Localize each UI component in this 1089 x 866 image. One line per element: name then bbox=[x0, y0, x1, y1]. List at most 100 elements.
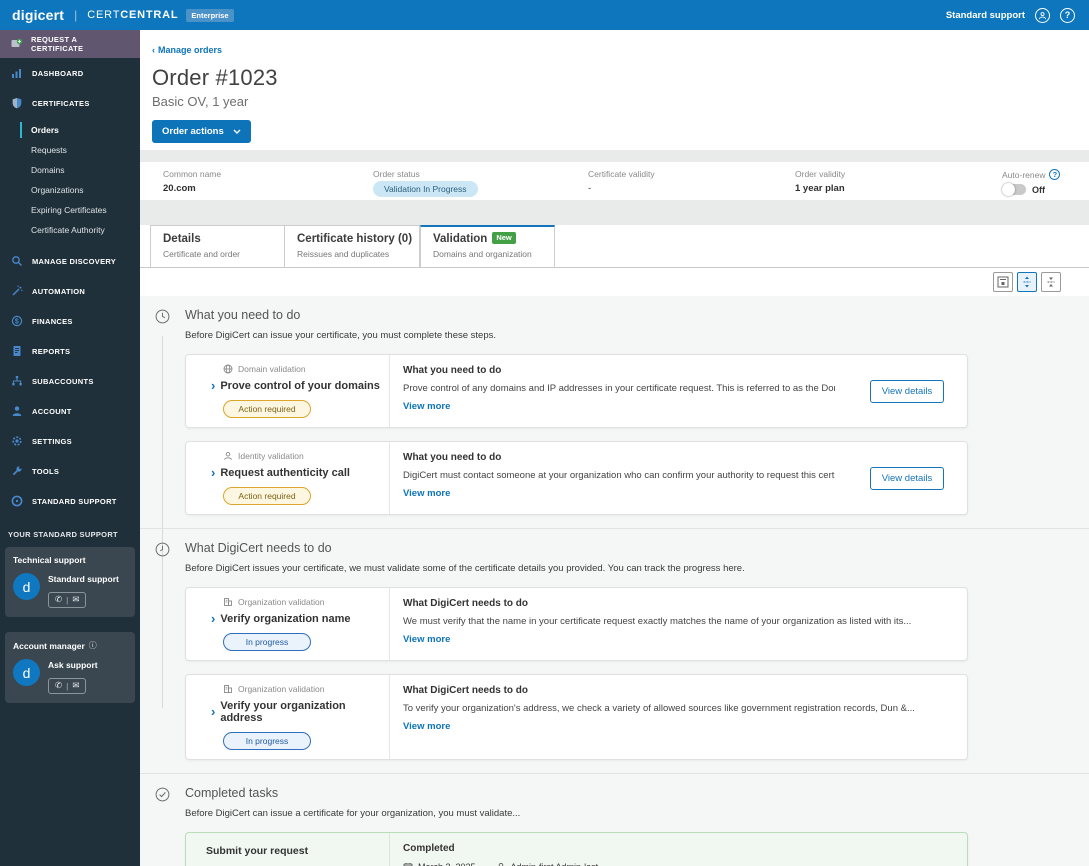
chevron-down-icon bbox=[233, 129, 241, 134]
sidebar-item-dashboard[interactable]: DASHBOARD bbox=[0, 58, 140, 88]
support-agent-icon[interactable] bbox=[1035, 7, 1050, 23]
sidebar-item-orders[interactable]: Orders bbox=[0, 120, 140, 140]
common-name-field: Common name 20.com bbox=[163, 169, 222, 194]
contact-buttons[interactable]: ✆ | ✉ bbox=[48, 592, 87, 608]
phone-icon[interactable]: ✆ bbox=[55, 594, 62, 605]
sidebar-item-settings[interactable]: SETTINGS bbox=[0, 426, 140, 456]
card-title: Request authenticity call bbox=[220, 467, 350, 479]
expand-all-icon bbox=[1023, 276, 1031, 288]
help-icon[interactable]: ? bbox=[1060, 7, 1075, 23]
technical-support-card: Technical support d Standard support ✆ |… bbox=[5, 547, 135, 617]
new-badge: New bbox=[492, 232, 516, 244]
sidebar-item-account[interactable]: ACCOUNT bbox=[0, 396, 140, 426]
wand-icon bbox=[10, 285, 23, 298]
breadcrumb[interactable]: ‹ Manage orders bbox=[152, 45, 222, 55]
standard-support-label[interactable]: Standard support bbox=[946, 10, 1025, 21]
contact-divider: | bbox=[66, 594, 69, 605]
tab-details[interactable]: Details Certificate and order bbox=[150, 225, 285, 267]
account-manager-title: Account manager bbox=[13, 640, 85, 651]
clock-icon bbox=[155, 542, 170, 562]
sidebar-item-expiring-certificates[interactable]: Expiring Certificates bbox=[0, 200, 140, 220]
sidebar-item-organizations[interactable]: Organizations bbox=[0, 180, 140, 200]
certificate-plus-icon bbox=[10, 38, 23, 51]
order-summary-bar: Common name 20.com Order status Validati… bbox=[140, 162, 1089, 200]
card-info-body: We must verify that the name in your cer… bbox=[403, 616, 912, 627]
user-icon bbox=[498, 862, 503, 866]
sidebar-item-automation[interactable]: AUTOMATION bbox=[0, 276, 140, 306]
card-expander[interactable]: › Prove control of your domains bbox=[211, 379, 389, 392]
technical-support-title: Technical support bbox=[13, 555, 86, 565]
task-card-verify-org-address: Organization validation › Verify your or… bbox=[185, 674, 968, 760]
status-badge: Action required bbox=[223, 487, 311, 505]
expand-all-button[interactable] bbox=[1017, 272, 1037, 292]
sidebar-item-certificates[interactable]: CERTIFICATES bbox=[0, 88, 140, 118]
view-details-button[interactable]: View details bbox=[869, 466, 945, 490]
manager-avatar: d bbox=[13, 659, 40, 686]
card-category: Organization validation bbox=[238, 597, 325, 607]
phone-icon[interactable]: ✆ bbox=[55, 680, 62, 691]
mail-icon[interactable]: ✉ bbox=[72, 680, 79, 691]
main-area: ‹ Manage orders Order #1023 Basic OV, 1 … bbox=[140, 30, 1089, 866]
report-document-icon bbox=[10, 345, 23, 358]
auto-renew-field: Auto-renew ? Off bbox=[1002, 169, 1061, 196]
sidebar-item-requests[interactable]: Requests bbox=[0, 140, 140, 160]
validation-content: What you need to do Before DigiCert can … bbox=[140, 296, 1089, 866]
card-title: Verify organization name bbox=[220, 613, 351, 625]
card-category: Identity validation bbox=[238, 451, 304, 461]
certificates-submenu: Orders Requests Domains Organizations Ex… bbox=[0, 118, 140, 246]
sidebar: REQUEST A CERTIFICATE DASHBOARD CERTIFIC… bbox=[0, 30, 140, 866]
section-subtitle: Before DigiCert can issue your certifica… bbox=[185, 330, 496, 341]
view-more-link[interactable]: View more bbox=[403, 401, 450, 412]
sidebar-item-finances[interactable]: $ FINANCES bbox=[0, 306, 140, 336]
task-card-identity-validation: Identity validation › Request authentici… bbox=[185, 441, 968, 515]
dashboard-icon bbox=[10, 67, 23, 80]
sidebar-item-domains[interactable]: Domains bbox=[0, 160, 140, 180]
enterprise-badge: Enterprise bbox=[186, 8, 234, 22]
task-card-domain-validation: Domain validation › Prove control of you… bbox=[185, 354, 968, 428]
order-status-field: Order status Validation In Progress bbox=[373, 169, 478, 197]
order-header: ‹ Manage orders Order #1023 Basic OV, 1 … bbox=[140, 30, 1089, 150]
sidebar-item-standard-support[interactable]: STANDARD SUPPORT bbox=[0, 486, 140, 516]
card-expander[interactable]: › Verify your organization address bbox=[211, 700, 389, 724]
view-more-link[interactable]: View more bbox=[403, 488, 450, 499]
chevron-right-icon: › bbox=[211, 465, 216, 480]
tab-certificate-history[interactable]: Certificate history (0) Reissues and dup… bbox=[285, 225, 420, 267]
check-circle-icon bbox=[155, 787, 170, 807]
sidebar-item-manage-discovery[interactable]: MANAGE DISCOVERY bbox=[0, 246, 140, 276]
card-info-body: To verify your organization's address, w… bbox=[403, 703, 915, 714]
digicert-logo: digicert bbox=[12, 7, 65, 23]
completed-card-submit-request: Submit your request Complete Completed M… bbox=[185, 832, 968, 866]
info-icon[interactable]: ⓘ bbox=[89, 640, 97, 651]
certcentral-logo: CERTCENTRAL bbox=[87, 9, 179, 21]
auto-renew-toggle[interactable] bbox=[1002, 183, 1026, 196]
manager-contact-buttons[interactable]: ✆ | ✉ bbox=[48, 678, 87, 694]
top-bar: digicert | CERTCENTRAL Enterprise Standa… bbox=[0, 0, 1089, 30]
collapse-all-button[interactable] bbox=[1041, 272, 1061, 292]
auto-renew-help-icon[interactable]: ? bbox=[1049, 169, 1061, 180]
summary-view-button[interactable] bbox=[993, 272, 1013, 292]
wrench-icon bbox=[10, 465, 23, 478]
card-category: Organization validation bbox=[238, 684, 325, 694]
person-icon bbox=[10, 405, 23, 418]
completed-by-user: Admin-first Admin-last bbox=[511, 862, 599, 866]
request-a-certificate-button[interactable]: REQUEST A CERTIFICATE bbox=[0, 30, 140, 58]
order-actions-button[interactable]: Order actions bbox=[152, 120, 251, 143]
view-more-link[interactable]: View more bbox=[403, 721, 450, 732]
sidebar-item-subaccounts[interactable]: SUBACCOUNTS bbox=[0, 366, 140, 396]
sidebar-item-certificate-authority[interactable]: Certificate Authority bbox=[0, 220, 140, 240]
card-info-title: Completed bbox=[403, 843, 455, 854]
page-title: Order #1023 bbox=[152, 65, 278, 90]
tab-validation[interactable]: Validation New Domains and organization bbox=[420, 225, 555, 267]
section-what-digicert-needs-to-do: What DigiCert needs to do Before DigiCer… bbox=[140, 541, 1089, 774]
mail-icon[interactable]: ✉ bbox=[72, 594, 79, 605]
building-icon bbox=[224, 685, 232, 693]
card-expander[interactable]: › Request authenticity call bbox=[211, 466, 389, 479]
chevron-right-icon: › bbox=[211, 704, 216, 719]
view-details-button[interactable]: View details bbox=[869, 379, 945, 403]
manager-name: Ask support bbox=[48, 660, 98, 670]
section-title: Completed tasks bbox=[185, 786, 279, 800]
sidebar-item-tools[interactable]: TOOLS bbox=[0, 456, 140, 486]
view-more-link[interactable]: View more bbox=[403, 634, 450, 645]
sidebar-item-reports[interactable]: REPORTS bbox=[0, 336, 140, 366]
card-expander[interactable]: › Verify organization name bbox=[211, 612, 389, 625]
